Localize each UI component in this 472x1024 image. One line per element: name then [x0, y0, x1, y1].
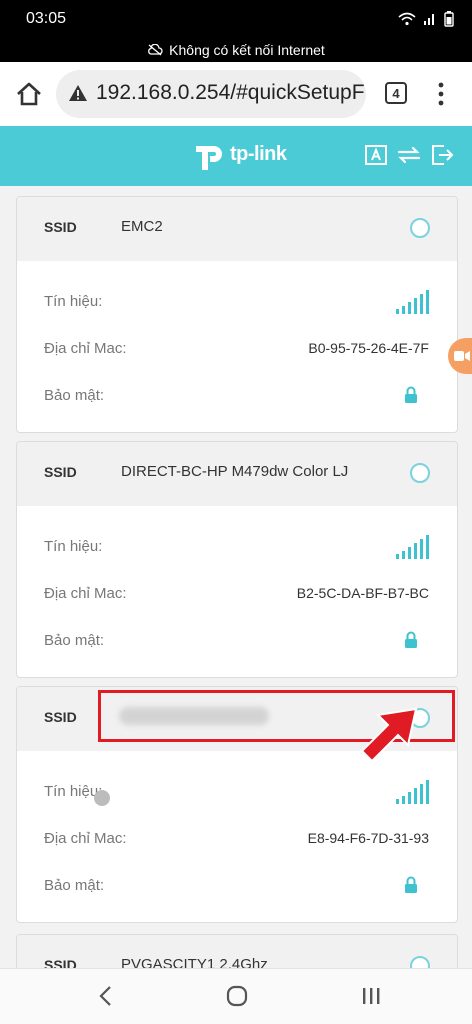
security-label: Bảo mật:	[44, 387, 105, 404]
back-icon[interactable]	[98, 985, 114, 1007]
tab-switcher-button[interactable]: 4	[385, 82, 407, 104]
mac-value: B2-5C-DA-BF-B7-BC	[296, 585, 429, 601]
signal-label: Tín hiệu:	[44, 538, 103, 555]
recents-icon[interactable]	[360, 985, 382, 1007]
clock: 03:05	[26, 10, 67, 27]
home-nav-icon[interactable]	[226, 985, 248, 1007]
select-network-radio[interactable]	[410, 956, 430, 968]
network-card-header[interactable]: SSID EMC2	[17, 197, 457, 261]
security-row: Bảo mật:	[17, 373, 457, 420]
network-card: SSID EMC2 Tín hiệu: Địa chỉ Mac: B0-95-7…	[16, 196, 458, 433]
cloud-off-icon	[148, 44, 163, 56]
warning-icon[interactable]	[68, 84, 88, 102]
touch-indicator	[94, 790, 110, 806]
pointer-arrow-icon	[360, 707, 418, 763]
network-card-header[interactable]: SSID PVGASCITY1 2.4Ghz	[17, 935, 457, 968]
security-label: Bảo mật:	[44, 877, 105, 894]
mode-switch-icon[interactable]	[396, 144, 422, 166]
battery-icon	[444, 11, 454, 27]
lock-icon	[405, 876, 417, 893]
mac-row: Địa chỉ Mac: B2-5C-DA-BF-B7-BC	[17, 571, 457, 618]
network-card: SSID DIRECT-BC-HP M479dw Color LJ Tín hi…	[16, 441, 458, 678]
tplink-logo-text: tp-link	[230, 142, 287, 165]
mac-row: Địa chỉ Mac: B0-95-75-26-4E-7F	[17, 326, 457, 373]
security-row: Bảo mật:	[17, 863, 457, 910]
language-icon[interactable]	[364, 144, 388, 166]
system-navigation-bar	[0, 968, 472, 1024]
signal-icon	[396, 535, 429, 559]
signal-icon	[396, 780, 429, 804]
security-row: Bảo mật:	[17, 618, 457, 665]
url-text[interactable]: 192.168.0.254/#quickSetupF	[96, 81, 365, 105]
status-bar: 03:05	[0, 0, 472, 38]
signal-row: Tín hiệu:	[17, 769, 457, 816]
no-internet-text: Không có kết nối Internet	[169, 42, 325, 58]
more-icon[interactable]	[434, 80, 448, 108]
mac-value: E8-94-F6-7D-31-93	[307, 830, 429, 846]
security-label: Bảo mật:	[44, 632, 105, 649]
signal-row: Tín hiệu:	[17, 279, 457, 326]
ssid-label: SSID	[44, 464, 77, 480]
ssid-label: SSID	[44, 219, 77, 235]
select-network-radio[interactable]	[410, 218, 430, 238]
network-card-header[interactable]: SSID DIRECT-BC-HP M479dw Color LJ	[17, 442, 457, 506]
no-internet-banner: Không có kết nối Internet	[0, 38, 472, 62]
video-icon	[454, 351, 470, 361]
lock-icon	[405, 386, 417, 403]
tplink-logo-icon	[196, 146, 222, 170]
lock-icon	[405, 631, 417, 648]
ssid-value: DIRECT-BC-HP M479dw Color LJ	[121, 463, 349, 480]
wifi-icon	[398, 12, 416, 26]
home-icon[interactable]	[14, 79, 44, 109]
cell-signal-icon	[424, 14, 434, 25]
mac-value: B0-95-75-26-4E-7F	[308, 340, 429, 356]
ssid-value: PVGASCITY1 2.4Ghz	[121, 956, 268, 968]
mac-label: Địa chỉ Mac:	[44, 830, 127, 847]
logout-icon[interactable]	[430, 144, 454, 166]
tplink-logo: tp-link	[190, 136, 287, 172]
ssid-value: EMC2	[121, 218, 163, 235]
mac-row: Địa chỉ Mac: E8-94-F6-7D-31-93	[17, 816, 457, 863]
tplink-header: tp-link	[0, 126, 472, 186]
ssid-label: SSID	[44, 957, 77, 968]
mac-label: Địa chỉ Mac:	[44, 585, 127, 602]
ssid-label: SSID	[44, 709, 77, 725]
network-card: SSID PVGASCITY1 2.4Ghz	[16, 934, 458, 968]
header-tools	[364, 144, 454, 166]
select-network-radio[interactable]	[410, 463, 430, 483]
signal-row: Tín hiệu:	[17, 524, 457, 571]
address-bar[interactable]: 192.168.0.254/#quickSetupF	[56, 70, 366, 118]
signal-label: Tín hiệu:	[44, 293, 103, 310]
signal-icon	[396, 290, 429, 314]
mac-label: Địa chỉ Mac:	[44, 340, 127, 357]
status-icons	[398, 11, 454, 27]
browser-toolbar: 192.168.0.254/#quickSetupF 4	[0, 62, 472, 126]
network-list: SSID EMC2 Tín hiệu: Địa chỉ Mac: B0-95-7…	[0, 186, 472, 968]
